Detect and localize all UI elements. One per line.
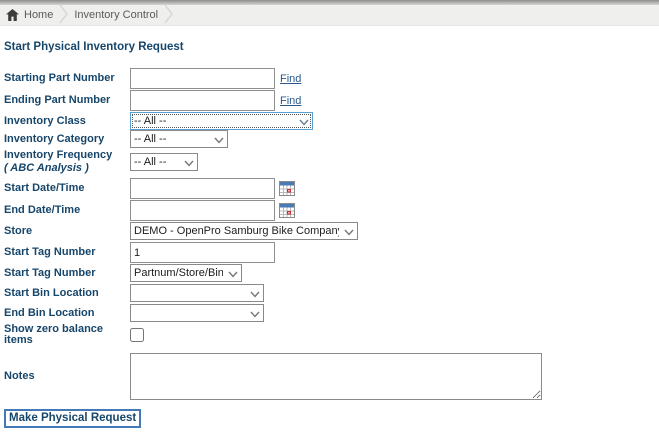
- row-inventory-frequency: Inventory Frequency ( ABC Analysis ) -- …: [4, 150, 659, 174]
- main-content: Start Physical Inventory Request Startin…: [0, 26, 659, 428]
- store-label: Store: [4, 226, 130, 237]
- end-bin-location-label: End Bin Location: [4, 308, 130, 319]
- notes-textarea[interactable]: [130, 353, 542, 400]
- row-show-zero-balance: Show zero balance items: [4, 324, 659, 346]
- ending-part-number-find-link[interactable]: Find: [280, 95, 301, 107]
- inventory-category-label: Inventory Category: [4, 134, 130, 145]
- calendar-icon[interactable]: [279, 203, 295, 218]
- abc-analysis-sublabel: ( ABC Analysis ): [4, 163, 130, 174]
- calendar-icon[interactable]: [279, 181, 295, 196]
- store-select[interactable]: DEMO - OpenPro Samburg Bike Company: [130, 222, 358, 240]
- notes-label: Notes: [4, 371, 130, 382]
- show-zero-balance-checkbox[interactable]: [130, 328, 144, 342]
- breadcrumb: Home Inventory Control: [0, 5, 659, 26]
- start-tag-sort-select[interactable]: Partnum/Store/Bin: [130, 264, 242, 282]
- start-datetime-label: Start Date/Time: [4, 183, 130, 194]
- row-start-datetime: Start Date/Time: [4, 178, 659, 199]
- row-end-bin-location: End Bin Location: [4, 304, 659, 322]
- chevron-right-icon: [59, 4, 68, 27]
- row-ending-part-number: Ending Part Number Find: [4, 90, 659, 111]
- ending-part-number-label: Ending Part Number: [4, 95, 130, 106]
- breadcrumb-section-label: Inventory Control: [74, 9, 158, 21]
- start-bin-location-select[interactable]: [130, 284, 264, 302]
- row-notes: Notes: [4, 353, 659, 400]
- row-store: Store DEMO - OpenPro Samburg Bike Compan…: [4, 222, 659, 240]
- inventory-frequency-select[interactable]: -- All --: [130, 153, 198, 171]
- inventory-class-select[interactable]: -- All --: [130, 112, 313, 130]
- start-tag-number-input[interactable]: [130, 242, 275, 263]
- end-datetime-input[interactable]: [130, 200, 275, 221]
- start-bin-location-label: Start Bin Location: [4, 288, 130, 299]
- starting-part-number-label: Starting Part Number: [4, 73, 130, 84]
- chevron-right-icon: [164, 4, 173, 27]
- make-physical-request-button[interactable]: Make Physical Request: [4, 409, 141, 428]
- inventory-class-label: Inventory Class: [4, 116, 130, 127]
- row-starting-part-number: Starting Part Number Find: [4, 68, 659, 89]
- breadcrumb-home-label: Home: [24, 9, 53, 21]
- start-datetime-input[interactable]: [130, 178, 275, 199]
- row-end-datetime: End Date/Time: [4, 200, 659, 221]
- breadcrumb-home[interactable]: Home: [6, 9, 53, 21]
- row-inventory-category: Inventory Category -- All --: [4, 130, 659, 148]
- row-start-bin-location: Start Bin Location: [4, 284, 659, 302]
- end-bin-location-select[interactable]: [130, 304, 264, 322]
- inventory-frequency-label: Inventory Frequency ( ABC Analysis ): [4, 150, 130, 174]
- inventory-frequency-label-text: Inventory Frequency: [4, 149, 112, 161]
- inventory-category-select[interactable]: -- All --: [130, 130, 228, 148]
- breadcrumb-inventory-control[interactable]: Inventory Control: [74, 9, 158, 21]
- ending-part-number-input[interactable]: [130, 90, 275, 111]
- row-inventory-class: Inventory Class -- All --: [4, 112, 659, 130]
- start-tag-sort-label: Start Tag Number: [4, 268, 130, 279]
- show-zero-balance-label: Show zero balance items: [4, 324, 130, 346]
- end-datetime-label: End Date/Time: [4, 205, 130, 216]
- page-title: Start Physical Inventory Request: [4, 41, 659, 53]
- row-start-tag-sort: Start Tag Number Partnum/Store/Bin: [4, 264, 659, 282]
- starting-part-number-input[interactable]: [130, 68, 275, 89]
- row-start-tag-number: Start Tag Number: [4, 242, 659, 263]
- home-icon: [6, 9, 19, 21]
- start-tag-number-label: Start Tag Number: [4, 247, 130, 258]
- starting-part-number-find-link[interactable]: Find: [280, 73, 301, 85]
